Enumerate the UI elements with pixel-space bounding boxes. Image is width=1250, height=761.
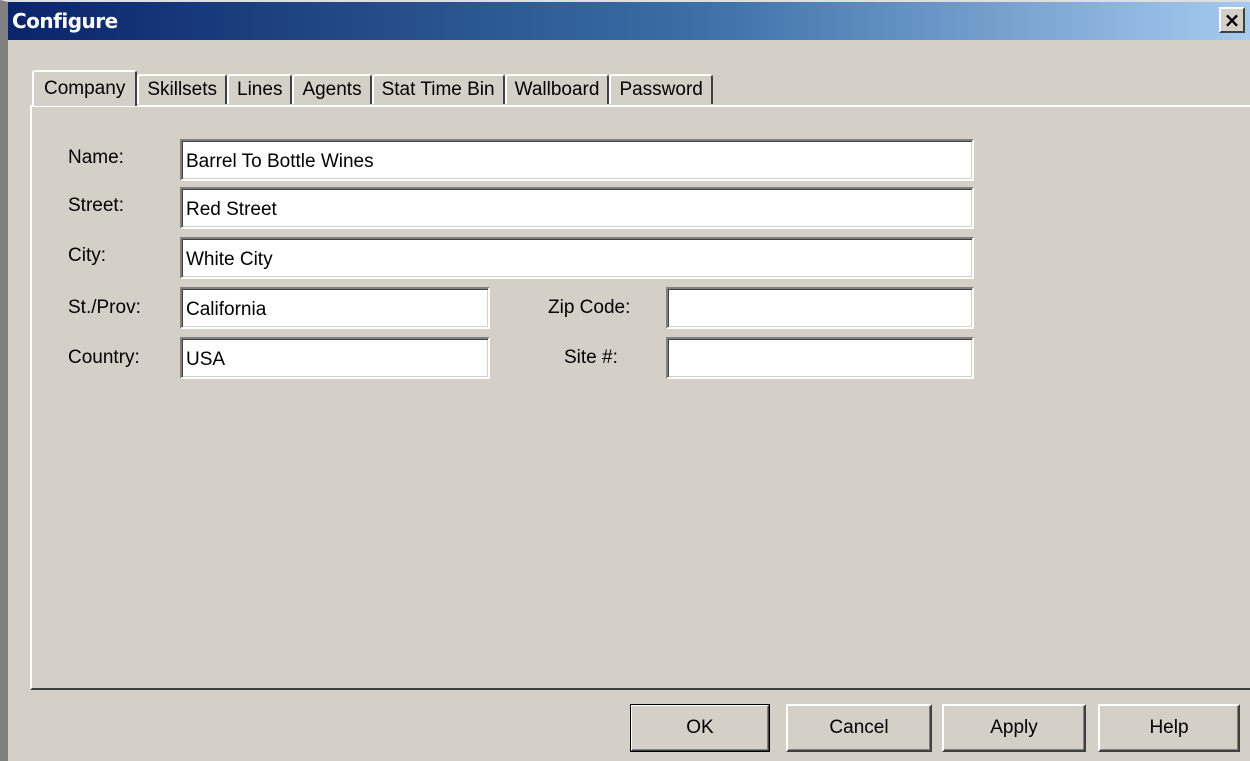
- title-bar[interactable]: Configure ×: [8, 2, 1250, 40]
- name-label: Name:: [68, 147, 124, 168]
- window-title: Configure: [12, 9, 118, 33]
- site-number-field[interactable]: [666, 337, 974, 379]
- cancel-button[interactable]: Cancel: [786, 704, 932, 752]
- tab-password[interactable]: Password: [609, 74, 713, 104]
- country-label: Country:: [68, 347, 140, 368]
- country-field[interactable]: [180, 337, 490, 379]
- ok-button[interactable]: OK: [630, 704, 770, 752]
- name-field[interactable]: [180, 139, 974, 181]
- apply-button[interactable]: Apply: [942, 704, 1086, 752]
- tab-company[interactable]: Company: [32, 70, 138, 106]
- tab-agents[interactable]: Agents: [292, 74, 372, 104]
- company-tab-panel: Name: Street: City: St./Prov: Zip Code: …: [30, 105, 1250, 690]
- zip-code-field[interactable]: [666, 287, 974, 329]
- state-label: St./Prov:: [68, 297, 141, 318]
- close-button[interactable]: ×: [1219, 7, 1245, 33]
- tab-wallboard[interactable]: Wallboard: [504, 74, 610, 104]
- close-icon: ×: [1223, 8, 1241, 32]
- tab-lines[interactable]: Lines: [227, 74, 293, 104]
- street-field[interactable]: [180, 187, 974, 229]
- zip-code-label: Zip Code:: [548, 297, 631, 318]
- site-number-label: Site #:: [564, 347, 618, 368]
- tab-skillsets[interactable]: Skillsets: [137, 74, 228, 104]
- tab-stat-time-bin[interactable]: Stat Time Bin: [371, 74, 505, 104]
- tab-strip: Company Skillsets Lines Agents Stat Time…: [32, 70, 713, 106]
- help-button[interactable]: Help: [1098, 704, 1240, 752]
- state-field[interactable]: [180, 287, 490, 329]
- configure-dialog: Configure × Company Skillsets Lines Agen…: [0, 0, 1250, 761]
- street-label: Street:: [68, 195, 124, 216]
- city-label: City:: [68, 245, 106, 266]
- city-field[interactable]: [180, 237, 974, 279]
